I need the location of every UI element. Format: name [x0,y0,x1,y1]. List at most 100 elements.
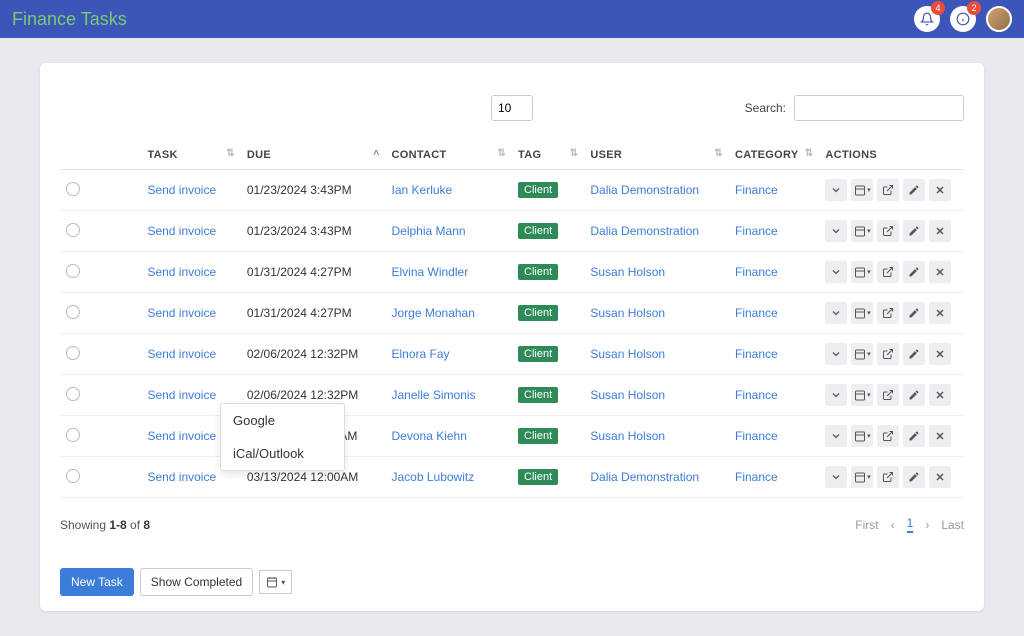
contact-link[interactable]: Jorge Monahan [392,306,475,320]
open-button[interactable] [877,343,899,365]
category-link[interactable]: Finance [735,183,778,197]
schedule-button[interactable]: ▾ [851,425,873,447]
delete-button[interactable] [929,261,951,283]
page-last[interactable]: Last [941,518,964,532]
sort-up-icon[interactable]: ˄ [373,149,379,159]
category-link[interactable]: Finance [735,470,778,484]
open-button[interactable] [877,425,899,447]
schedule-button[interactable]: ▾ [851,179,873,201]
delete-button[interactable] [929,343,951,365]
expand-button[interactable] [825,384,847,406]
contact-link[interactable]: Devona Kiehn [392,429,467,443]
delete-button[interactable] [929,179,951,201]
category-link[interactable]: Finance [735,265,778,279]
category-link[interactable]: Finance [735,388,778,402]
user-link[interactable]: Susan Holson [590,265,665,279]
task-link[interactable]: Send invoice [147,183,216,197]
row-select-radio[interactable] [66,428,80,442]
pagesize-input[interactable] [491,95,533,121]
edit-button[interactable] [903,261,925,283]
col-user[interactable]: USER⇅ [584,141,729,170]
schedule-button[interactable]: ▾ [851,343,873,365]
task-link[interactable]: Send invoice [147,388,216,402]
task-link[interactable]: Send invoice [147,265,216,279]
page-prev[interactable]: ‹ [891,518,895,532]
row-select-radio[interactable] [66,223,80,237]
user-link[interactable]: Susan Holson [590,429,665,443]
edit-button[interactable] [903,179,925,201]
row-select-radio[interactable] [66,264,80,278]
expand-button[interactable] [825,261,847,283]
task-link[interactable]: Send invoice [147,306,216,320]
expand-button[interactable] [825,302,847,324]
sort-icon[interactable]: ⇅ [497,149,506,159]
sort-icon[interactable]: ⇅ [226,149,235,159]
schedule-button[interactable]: ▾ [851,466,873,488]
open-button[interactable] [877,384,899,406]
notification-button[interactable]: 4 [914,6,940,32]
row-select-radio[interactable] [66,469,80,483]
open-button[interactable] [877,466,899,488]
category-link[interactable]: Finance [735,347,778,361]
col-due[interactable]: DUE˄ [241,141,386,170]
task-link[interactable]: Send invoice [147,347,216,361]
schedule-button[interactable]: ▾ [851,261,873,283]
user-link[interactable]: Susan Holson [590,388,665,402]
delete-button[interactable] [929,466,951,488]
sort-icon[interactable]: ⇅ [714,149,723,159]
contact-link[interactable]: Jacob Lubowitz [392,470,475,484]
sort-icon[interactable]: ⇅ [570,149,579,159]
edit-button[interactable] [903,302,925,324]
delete-button[interactable] [929,220,951,242]
col-task[interactable]: TASK⇅ [141,141,240,170]
expand-button[interactable] [825,179,847,201]
user-link[interactable]: Dalia Demonstration [590,470,699,484]
page-next[interactable]: › [925,518,929,532]
schedule-button[interactable]: ▾ [851,302,873,324]
task-link[interactable]: Send invoice [147,429,216,443]
edit-button[interactable] [903,466,925,488]
avatar[interactable] [986,6,1012,32]
dropdown-google[interactable]: Google [221,404,344,437]
edit-button[interactable] [903,384,925,406]
row-select-radio[interactable] [66,346,80,360]
contact-link[interactable]: Janelle Simonis [392,388,476,402]
page-first[interactable]: First [855,518,878,532]
category-link[interactable]: Finance [735,224,778,238]
user-link[interactable]: Dalia Demonstration [590,224,699,238]
expand-button[interactable] [825,466,847,488]
expand-button[interactable] [825,425,847,447]
show-completed-button[interactable]: Show Completed [140,568,253,596]
delete-button[interactable] [929,384,951,406]
task-link[interactable]: Send invoice [147,224,216,238]
open-button[interactable] [877,302,899,324]
category-link[interactable]: Finance [735,306,778,320]
edit-button[interactable] [903,343,925,365]
calendar-export-button[interactable]: ▾ [259,570,292,594]
col-category[interactable]: CATEGORY⇅ [729,141,819,170]
open-button[interactable] [877,261,899,283]
contact-link[interactable]: Elnora Fay [392,347,450,361]
info-button[interactable]: 2 [950,6,976,32]
col-contact[interactable]: CONTACT⇅ [386,141,513,170]
expand-button[interactable] [825,343,847,365]
user-link[interactable]: Susan Holson [590,347,665,361]
delete-button[interactable] [929,425,951,447]
search-input[interactable] [794,95,964,121]
edit-button[interactable] [903,220,925,242]
row-select-radio[interactable] [66,182,80,196]
open-button[interactable] [877,179,899,201]
row-select-radio[interactable] [66,387,80,401]
contact-link[interactable]: Delphia Mann [392,224,466,238]
delete-button[interactable] [929,302,951,324]
sort-icon[interactable]: ⇅ [805,149,814,159]
page-current[interactable]: 1 [907,516,914,533]
contact-link[interactable]: Ian Kerluke [392,183,453,197]
user-link[interactable]: Dalia Demonstration [590,183,699,197]
schedule-button[interactable]: ▾ [851,220,873,242]
edit-button[interactable] [903,425,925,447]
task-link[interactable]: Send invoice [147,470,216,484]
open-button[interactable] [877,220,899,242]
dropdown-ical[interactable]: iCal/Outlook [221,437,344,470]
col-tag[interactable]: TAG⇅ [512,141,584,170]
